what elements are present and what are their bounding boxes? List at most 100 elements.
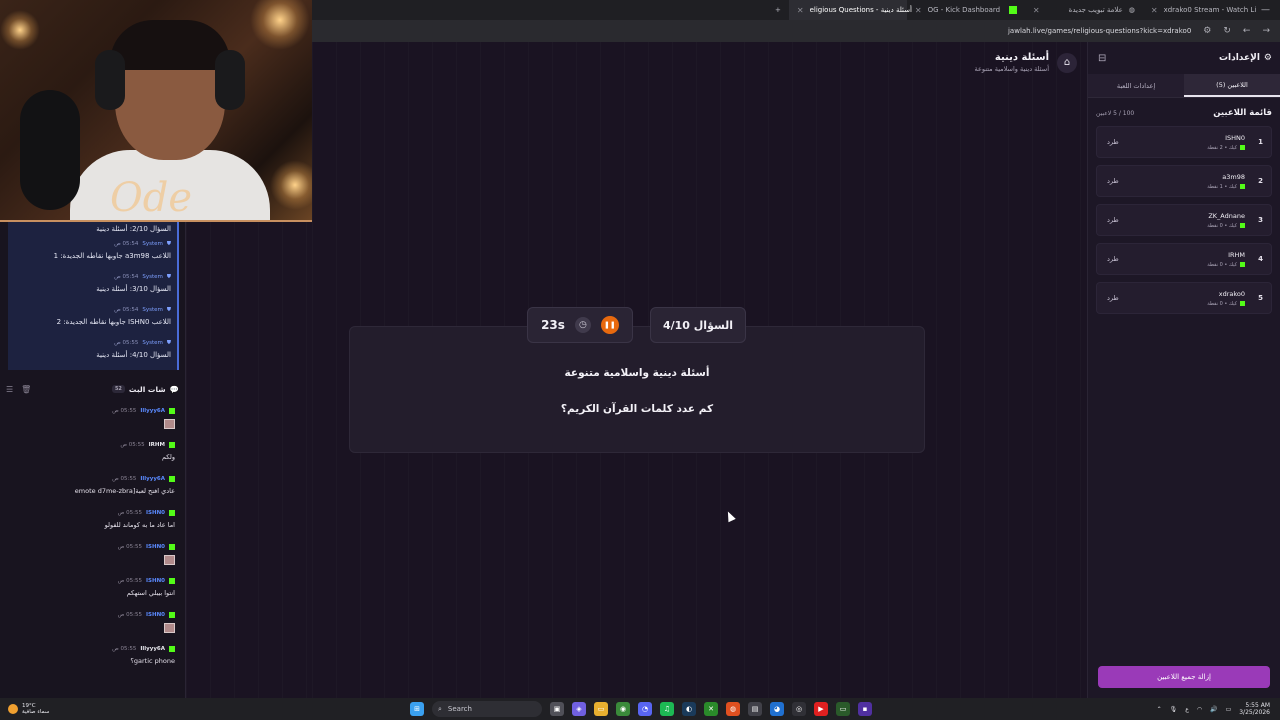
settings-header: ⚙ الإعدادات ⊟	[1088, 42, 1280, 74]
tab-players[interactable]: اللاعبين (5)	[1184, 74, 1280, 97]
close-icon[interactable]: ✕	[797, 6, 804, 15]
chat-message: Illyyy6A 05:55 ص	[0, 404, 185, 438]
settings-tabs: اللاعبين (5) إعدادات اللعبة	[1088, 74, 1280, 98]
game-header: ⌂ أسئلة دينية أسئلة دينية واسلامية متنوع…	[975, 52, 1077, 73]
steam-icon[interactable]: ◐	[682, 702, 696, 716]
kick-player-button[interactable]: طرد	[1107, 138, 1119, 146]
kick-badge-icon	[1240, 262, 1245, 267]
chat-message: Illyyy6A 05:55 ص gartic phone؟	[0, 642, 185, 676]
chat-username[interactable]: ISHN0	[146, 578, 165, 584]
task-view-icon[interactable]: ▣	[550, 702, 564, 716]
close-icon[interactable]: ✕	[1151, 6, 1158, 15]
timer-pill: 23s ◷ ❚❚	[527, 307, 633, 343]
player-points: كيك • 0 نقطة	[1207, 300, 1237, 307]
system-message: ⛊ System 05:54 ص اللاعب a3m98 جاوبها نقاطه…	[8, 238, 179, 271]
player-rank: 2	[1258, 177, 1263, 185]
sun-icon	[8, 704, 18, 714]
tab-new[interactable]: ✕ علامة تبويب جديدة ◍	[1025, 0, 1143, 20]
collapse-panel-icon[interactable]: ⊟	[1098, 53, 1106, 64]
chat-timestamp: 05:55 ص	[112, 408, 137, 414]
shield-icon: ⛊	[166, 340, 171, 346]
forward-icon[interactable]: →	[1262, 26, 1270, 36]
tab-kick-dashboard[interactable]: ✕ OG - Kick Dashboard	[907, 0, 1025, 20]
player-row: 2 a3m98 كيك • 1 نقطة طرد	[1096, 165, 1272, 197]
spotify-icon[interactable]: ♫	[660, 702, 674, 716]
page-title: أسئلة دينية	[994, 52, 1049, 63]
chat-username[interactable]: Illyyy6A	[140, 408, 165, 414]
app-icon[interactable]: ▤	[748, 702, 762, 716]
chat-message: Illyyy6A 05:55 ص عادي افتح لعبة[emote d7me…	[0, 472, 185, 506]
edge-icon[interactable]: ◕	[770, 702, 784, 716]
chat-header: 💬 شات البث 52 🗑 ☰	[0, 374, 185, 404]
chat-timestamp: 05:55 ص	[112, 646, 137, 652]
reload-icon[interactable]: ↻	[1223, 26, 1231, 36]
origin-icon[interactable]: ◍	[726, 702, 740, 716]
xbox-icon[interactable]: ✕	[704, 702, 718, 716]
app-icon[interactable]: ▪	[858, 702, 872, 716]
player-name: ZK_Adnane	[1208, 211, 1245, 220]
microphone-icon[interactable]: 🎙	[1170, 706, 1178, 713]
chat-username[interactable]: ISHN0	[146, 510, 165, 516]
taskbar-clock[interactable]: 5:55 AM 3/25/2026	[1239, 702, 1270, 716]
minimize-icon[interactable]: —	[1261, 5, 1270, 15]
back-icon[interactable]: ←	[1243, 26, 1251, 36]
chat-username[interactable]: Illyyy6A	[140, 646, 165, 652]
kick-player-button[interactable]: طرد	[1107, 255, 1119, 263]
player-rank: 5	[1258, 294, 1263, 302]
url-field[interactable]: jawlah.live/games/religious-questions?ki…	[1008, 27, 1191, 35]
chat-timestamp: 05:55 ص	[117, 510, 142, 516]
wifi-icon[interactable]: ◠	[1197, 706, 1202, 713]
game-stage: ⌂ أسئلة دينية أسئلة دينية واسلامية متنوع…	[312, 42, 1087, 698]
battery-icon[interactable]: ▭	[1226, 706, 1232, 713]
player-points: كيك • 0 نقطة	[1207, 222, 1237, 229]
player-rank: 4	[1258, 255, 1263, 263]
timer-value: 23s	[541, 318, 565, 332]
chat-username[interactable]: IRHM	[149, 442, 165, 448]
chrome-icon[interactable]: ◉	[616, 702, 630, 716]
emote-icon	[164, 419, 175, 429]
tab-religious-questions[interactable]: ✕ eligious Questions - أسئلة دينية	[788, 0, 912, 20]
taskbar-search[interactable]: ⌕ Search	[432, 701, 542, 717]
chat-message: IRHM 05:55 ص ولكم	[0, 438, 185, 472]
kick-player-button[interactable]: طرد	[1107, 216, 1119, 224]
emote-icon	[164, 555, 175, 565]
chat-text: gartic phone؟	[130, 657, 175, 665]
trash-icon[interactable]: 🗑	[21, 385, 31, 394]
pause-button[interactable]: ❚❚	[600, 316, 619, 334]
discord-icon[interactable]: ◔	[638, 702, 652, 716]
volume-icon[interactable]: 🔊	[1210, 706, 1217, 713]
chat-username[interactable]: Illyyy6A	[140, 476, 165, 482]
tune-icon[interactable]: ⚙	[1203, 26, 1211, 36]
windows-start-icon[interactable]: ⊞	[410, 702, 424, 716]
copilot-icon[interactable]: ◈	[572, 702, 586, 716]
chat-username[interactable]: ISHN0	[146, 612, 165, 618]
kick-player-button[interactable]: طرد	[1107, 294, 1119, 302]
remove-all-players-button[interactable]: إزالة جميع اللاعبين	[1098, 666, 1270, 688]
file-explorer-icon[interactable]: ▭	[594, 702, 608, 716]
weather-desc: سماء صافية	[22, 709, 50, 715]
close-icon[interactable]: ✕	[915, 6, 922, 15]
terminal-icon[interactable]: ▭	[836, 702, 850, 716]
home-button[interactable]: ⌂	[1057, 52, 1077, 73]
list-icon[interactable]: ☰	[6, 385, 13, 394]
obs-icon[interactable]: ◎	[792, 702, 806, 716]
weather-widget[interactable]: 19°C سماء صافية	[0, 703, 200, 715]
tab-xdrako0-stream[interactable]: ✕ xdrako0 Stream - Watch Li	[1143, 0, 1256, 20]
tab-game-settings[interactable]: إعدادات اللعبة	[1088, 74, 1184, 97]
chat-username[interactable]: ISHN0	[146, 544, 165, 550]
chevron-up-icon[interactable]: ⌃	[1157, 706, 1162, 713]
system-message: ⛊ System 05:54 ص اللاعب ISHN0 جاوبها نقاطه…	[8, 304, 179, 337]
kick-badge-icon	[169, 408, 175, 414]
stage-background	[186, 222, 312, 698]
player-row: 5 xdrako0 كيك • 0 نقطة طرد	[1096, 282, 1272, 314]
close-icon[interactable]: ✕	[1033, 6, 1040, 15]
language-icon[interactable]: ع	[1185, 706, 1189, 713]
new-tab-button[interactable]: +	[767, 0, 789, 20]
kick-badge-icon	[169, 578, 175, 584]
player-list: 1 ISHN0 كيك • 2 نقطة طرد 2 a3m98 كيك • 1 نقطة ط…	[1088, 126, 1280, 314]
signature-logo: Ode	[110, 175, 193, 221]
kick-player-button[interactable]: طرد	[1107, 177, 1119, 185]
chat-timestamp: 05:55 ص	[117, 578, 142, 584]
clock-icon: ◷	[574, 317, 591, 333]
youtube-icon[interactable]: ▶	[814, 702, 828, 716]
